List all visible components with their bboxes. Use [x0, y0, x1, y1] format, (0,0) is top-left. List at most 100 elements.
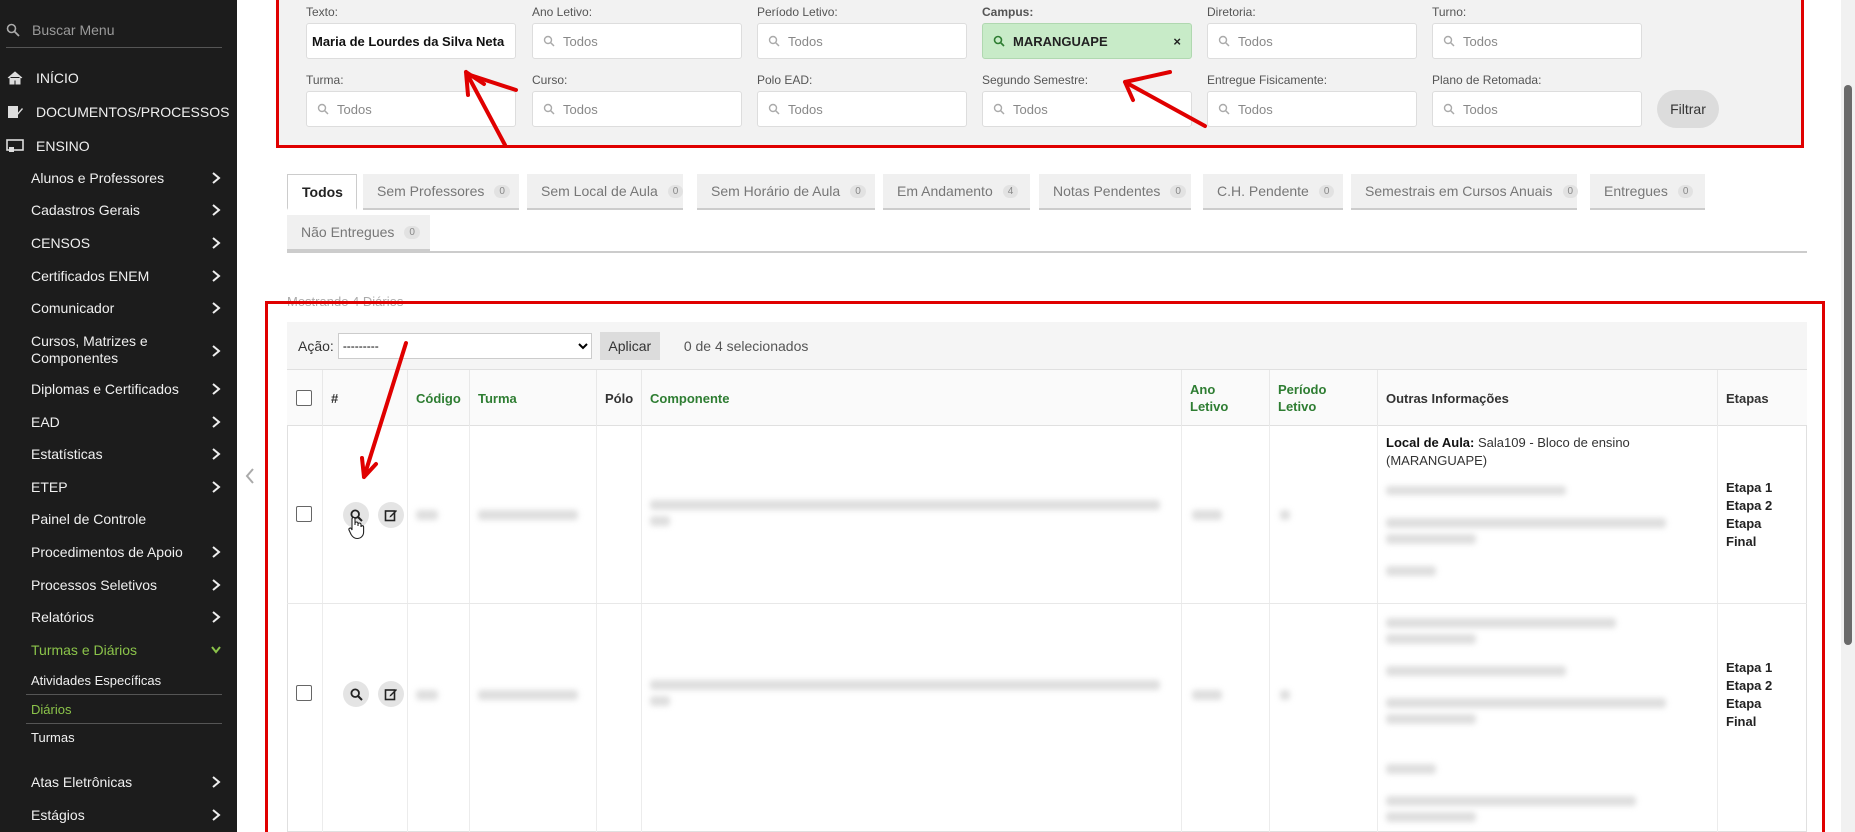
tab-nao-entregues[interactable]: Não Entregues 0	[287, 215, 430, 251]
filter-button[interactable]: Filtrar	[1657, 90, 1719, 128]
ensino-icon	[6, 139, 24, 152]
tab-label: Sem Horário de Aula	[711, 183, 841, 199]
curso-select[interactable]: Todos	[532, 91, 742, 127]
page-scrollbar[interactable]	[1841, 0, 1855, 832]
filter-polo-ead: Polo EAD: Todos	[757, 73, 967, 127]
sidebar-item-alunos-professores[interactable]: Alunos e Professores	[0, 168, 237, 188]
select-placeholder: Todos	[788, 33, 823, 49]
filter-label: Curso:	[532, 73, 568, 87]
sidebar-item-comunicador[interactable]: Comunicador	[0, 298, 237, 318]
collapse-sidebar-icon[interactable]	[244, 466, 256, 486]
tab-label: Notas Pendentes	[1053, 183, 1161, 199]
chevron-right-icon	[212, 204, 221, 216]
sidebar-item-label: Certificados ENEM	[31, 268, 150, 284]
turno-select[interactable]: Todos	[1432, 23, 1642, 59]
tab-sem-local-aula[interactable]: Sem Local de Aula 0	[527, 174, 684, 210]
sidebar-item-label: Cadastros Gerais	[31, 202, 140, 218]
texto-input[interactable]: Maria de Lourdes da Silva Neta	[306, 23, 516, 59]
filter-label: Polo EAD:	[757, 73, 813, 87]
sidebar-item-procedimentos-apoio[interactable]: Procedimentos de Apoio	[0, 542, 237, 562]
filter-label: Período Letivo:	[757, 5, 838, 19]
sidebar-item-diarios[interactable]: Diários	[0, 699, 237, 719]
search-icon	[6, 23, 20, 37]
polo-ead-select[interactable]: Todos	[757, 91, 967, 127]
tab-count-badge: 0	[667, 184, 684, 198]
campus-select[interactable]: MARANGUAPE ×	[982, 23, 1192, 59]
tab-label: C.H. Pendente	[1217, 183, 1309, 199]
tab-label: Em Andamento	[897, 183, 993, 199]
tab-sem-horario-aula[interactable]: Sem Horário de Aula 0	[697, 174, 875, 210]
sidebar-item-painel-controle[interactable]: Painel de Controle	[0, 509, 237, 529]
select-placeholder: Todos	[1238, 101, 1273, 117]
sidebar-item-certificados-enem[interactable]: Certificados ENEM	[0, 266, 237, 286]
filter-texto: Texto: Maria de Lourdes da Silva Neta	[306, 5, 516, 59]
campus-selected-value: MARANGUAPE	[1013, 33, 1108, 49]
entregue-fisicamente-select[interactable]: Todos	[1207, 91, 1417, 127]
sidebar-item-censos[interactable]: CENSOS	[0, 233, 237, 253]
sidebar-item-label: Turmas e Diários	[31, 642, 138, 658]
tab-count-badge: 0	[404, 225, 420, 239]
periodo-letivo-select[interactable]: Todos	[757, 23, 967, 59]
tab-label: Todos	[302, 183, 343, 200]
scrollbar-thumb[interactable]	[1844, 85, 1852, 645]
sidebar-item-processos-seletivos[interactable]: Processos Seletivos	[0, 575, 237, 595]
tab-entregues[interactable]: Entregues 0	[1590, 174, 1705, 210]
tab-sem-professores[interactable]: Sem Professores 0	[363, 174, 519, 210]
sidebar-item-turmas-diarios[interactable]: Turmas e Diários	[0, 640, 237, 660]
search-icon	[1443, 103, 1455, 115]
home-icon	[7, 71, 23, 85]
filter-label: Diretoria:	[1207, 5, 1256, 19]
sidebar-item-atas-eletronicas[interactable]: Atas Eletrônicas	[0, 772, 237, 792]
sidebar-item-label: INÍCIO	[36, 70, 79, 86]
tab-todos[interactable]: Todos	[287, 174, 357, 210]
segundo-semestre-select[interactable]: Todos	[982, 91, 1192, 127]
sidebar-item-label: Painel de Controle	[31, 511, 147, 527]
search-icon	[993, 103, 1005, 115]
sidebar-item-diplomas[interactable]: Diplomas e Certificados	[0, 379, 237, 399]
tab-ch-pendente[interactable]: C.H. Pendente 0	[1203, 174, 1343, 210]
sidebar: Buscar Menu INÍCIO DOCUMENTOS/PROCESSOS …	[0, 0, 237, 832]
sidebar-item-ensino[interactable]: ENSINO	[0, 134, 237, 158]
sidebar-item-estagios[interactable]: Estágios	[0, 805, 237, 825]
tab-count-badge: 0	[1677, 184, 1694, 198]
sidebar-item-etep[interactable]: ETEP	[0, 477, 237, 497]
select-placeholder: Todos	[1463, 33, 1498, 49]
sidebar-item-documentos[interactable]: DOCUMENTOS/PROCESSOS	[0, 100, 237, 124]
search-icon	[768, 103, 780, 115]
chevron-right-icon	[212, 383, 221, 395]
sidebar-item-ead[interactable]: EAD	[0, 412, 237, 432]
filter-turma: Turma: Todos	[306, 73, 516, 127]
chevron-down-icon	[211, 646, 221, 654]
ano-letivo-select[interactable]: Todos	[532, 23, 742, 59]
sidebar-item-cursos-matrizes[interactable]: Cursos, Matrizes e Componentes	[0, 332, 237, 368]
sidebar-item-atividades-especificas[interactable]: Atividades Específicas	[0, 670, 237, 690]
sidebar-item-estatisticas[interactable]: Estatísticas	[0, 444, 237, 464]
clear-campus-icon[interactable]: ×	[1173, 34, 1181, 49]
chevron-right-icon	[212, 448, 221, 460]
sidebar-item-relatorios[interactable]: Relatórios	[0, 607, 237, 627]
turma-select[interactable]: Todos	[306, 91, 516, 127]
sidebar-item-label: ETEP	[31, 479, 68, 495]
filter-diretoria: Diretoria: Todos	[1207, 5, 1417, 59]
filter-label: Segundo Semestre:	[982, 73, 1089, 87]
sidebar-item-label: ENSINO	[36, 138, 90, 154]
chevron-right-icon	[212, 270, 221, 282]
tab-notas-pendentes[interactable]: Notas Pendentes 0	[1039, 174, 1191, 210]
plano-retomada-select[interactable]: Todos	[1432, 91, 1642, 127]
select-placeholder: Todos	[1463, 101, 1498, 117]
tab-count-badge: 0	[1170, 184, 1186, 198]
sidebar-item-label: Cursos, Matrizes e Componentes	[31, 333, 148, 366]
tab-em-andamento[interactable]: Em Andamento 4	[883, 174, 1030, 210]
diretoria-select[interactable]: Todos	[1207, 23, 1417, 59]
menu-search[interactable]: Buscar Menu	[6, 12, 222, 48]
sidebar-item-cadastros-gerais[interactable]: Cadastros Gerais	[0, 200, 237, 220]
annotation-box-table	[265, 301, 1825, 832]
tabs-underline	[287, 251, 1807, 253]
sidebar-item-label: DOCUMENTOS/PROCESSOS	[36, 104, 230, 120]
sidebar-item-turmas[interactable]: Turmas	[0, 727, 237, 747]
sidebar-item-inicio[interactable]: INÍCIO	[0, 66, 237, 90]
sidebar-item-label: Diários	[31, 701, 72, 717]
select-placeholder: Todos	[563, 101, 598, 117]
sidebar-item-label: Alunos e Professores	[31, 170, 165, 186]
tab-semestrais-cursos-anuais[interactable]: Semestrais em Cursos Anuais 0	[1351, 174, 1579, 210]
